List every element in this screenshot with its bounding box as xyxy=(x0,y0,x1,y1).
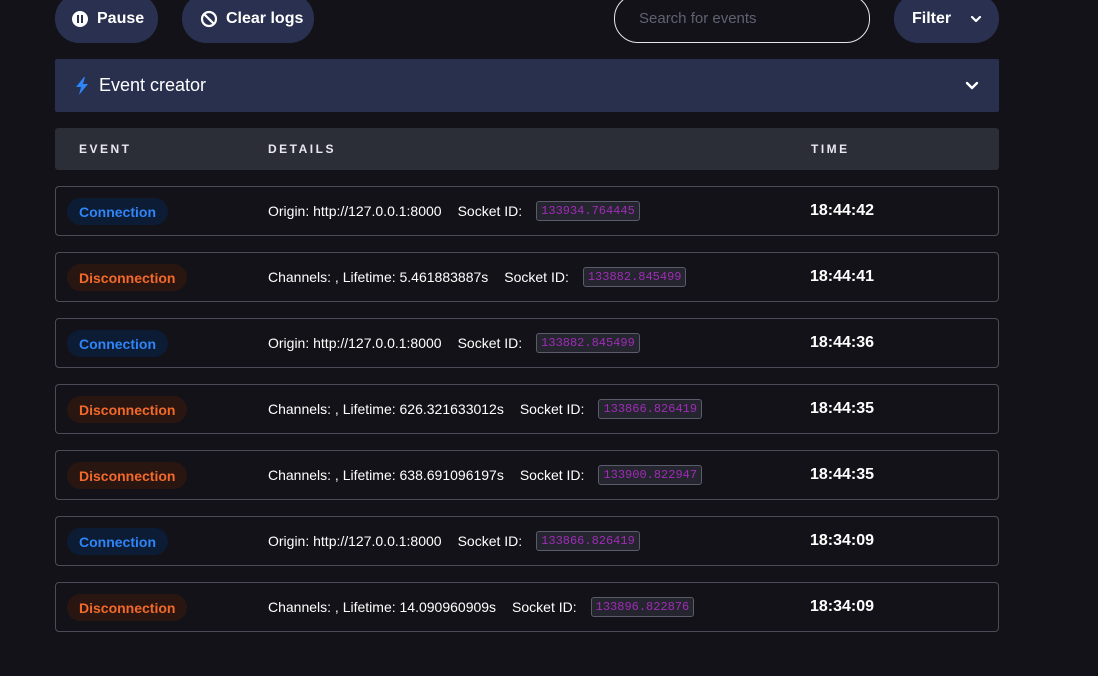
event-details: Channels: , Lifetime: 626.321633012s Soc… xyxy=(268,385,703,433)
event-type-badge: Disconnection xyxy=(67,462,188,489)
event-type-badge: Connection xyxy=(67,330,168,357)
prohibited-icon xyxy=(200,10,218,27)
event-detail-text: Origin: http://127.0.0.1:8000 xyxy=(268,335,442,351)
event-detail-text: Channels: , Lifetime: 626.321633012s xyxy=(268,401,504,417)
table-header: EVENT DETAILS TIME xyxy=(55,128,999,170)
event-creator-title: Event creator xyxy=(99,75,207,95)
event-type-badge: Disconnection xyxy=(67,594,188,621)
chevron-down-icon[interactable] xyxy=(965,79,979,93)
chevron-down-icon xyxy=(971,15,982,22)
event-details: Origin: http://127.0.0.1:8000 Socket ID:… xyxy=(268,517,640,565)
event-type-badge: Disconnection xyxy=(67,396,188,423)
event-details: Channels: , Lifetime: 14.090960909s Sock… xyxy=(268,583,695,631)
event-time: 18:44:42 xyxy=(810,202,875,219)
socket-id-label: Socket ID: xyxy=(457,203,523,219)
event-creator-panel[interactable]: Event creator xyxy=(55,59,999,112)
table-row: Connection Origin: http://127.0.0.1:8000… xyxy=(55,318,999,368)
event-time: 18:44:36 xyxy=(810,334,875,351)
search-input[interactable] xyxy=(614,0,870,43)
event-time: 18:34:09 xyxy=(810,532,875,549)
table-row: Disconnection Channels: , Lifetime: 14.0… xyxy=(55,582,999,632)
event-detail-text: Origin: http://127.0.0.1:8000 xyxy=(268,203,442,219)
event-details: Origin: http://127.0.0.1:8000 Socket ID:… xyxy=(268,187,640,235)
socket-id-label: Socket ID: xyxy=(519,467,585,483)
socket-id-value: 133866.826419 xyxy=(536,531,640,551)
socket-id-value: 133934.764445 xyxy=(536,201,640,221)
table-row: Disconnection Channels: , Lifetime: 626.… xyxy=(55,384,999,434)
clear-logs-button[interactable]: Clear logs xyxy=(182,0,314,43)
lightning-bolt-icon xyxy=(76,76,88,95)
event-type-badge: Connection xyxy=(67,198,168,225)
event-details: Channels: , Lifetime: 5.461883887s Socke… xyxy=(268,253,687,301)
event-time: 18:44:41 xyxy=(810,268,875,285)
table-row: Disconnection Channels: , Lifetime: 638.… xyxy=(55,450,999,500)
event-detail-text: Origin: http://127.0.0.1:8000 xyxy=(268,533,442,549)
column-header-event: EVENT xyxy=(79,142,132,156)
event-detail-text: Channels: , Lifetime: 638.691096197s xyxy=(268,467,504,483)
column-header-details: DETAILS xyxy=(268,142,336,156)
column-header-time: TIME xyxy=(811,142,850,156)
pause-button[interactable]: Pause xyxy=(55,0,158,43)
table-row: Connection Origin: http://127.0.0.1:8000… xyxy=(55,516,999,566)
event-details: Channels: , Lifetime: 638.691096197s Soc… xyxy=(268,451,703,499)
toolbar: Pause Clear logs Filter xyxy=(0,0,1098,50)
socket-id-value: 133896.822876 xyxy=(590,597,695,617)
filter-button[interactable]: Filter xyxy=(894,0,999,43)
pause-circle-icon xyxy=(72,10,88,27)
socket-id-value: 133900.822947 xyxy=(598,465,703,485)
event-type-badge: Connection xyxy=(67,528,168,555)
pause-label: Pause xyxy=(97,9,145,27)
socket-id-label: Socket ID: xyxy=(519,401,585,417)
socket-id-label: Socket ID: xyxy=(504,269,569,285)
event-detail-text: Channels: , Lifetime: 14.090960909s xyxy=(268,599,497,615)
event-details: Origin: http://127.0.0.1:8000 Socket ID:… xyxy=(268,319,640,367)
event-time: 18:34:09 xyxy=(810,598,875,615)
socket-id-value: 133866.826419 xyxy=(598,399,703,419)
socket-id-label: Socket ID: xyxy=(457,335,523,351)
event-detail-text: Channels: , Lifetime: 5.461883887s xyxy=(268,269,489,285)
filter-label: Filter xyxy=(912,9,952,27)
socket-id-label: Socket ID: xyxy=(512,599,577,615)
event-time: 18:44:35 xyxy=(810,400,875,417)
event-time: 18:44:35 xyxy=(810,466,875,483)
event-type-badge: Disconnection xyxy=(67,264,188,291)
table-row: Disconnection Channels: , Lifetime: 5.46… xyxy=(55,252,999,302)
socket-id-value: 133882.845499 xyxy=(536,333,640,353)
table-row: Connection Origin: http://127.0.0.1:8000… xyxy=(55,186,999,236)
socket-id-label: Socket ID: xyxy=(457,533,523,549)
clear-logs-label: Clear logs xyxy=(226,9,304,27)
socket-id-value: 133882.845499 xyxy=(582,267,687,287)
